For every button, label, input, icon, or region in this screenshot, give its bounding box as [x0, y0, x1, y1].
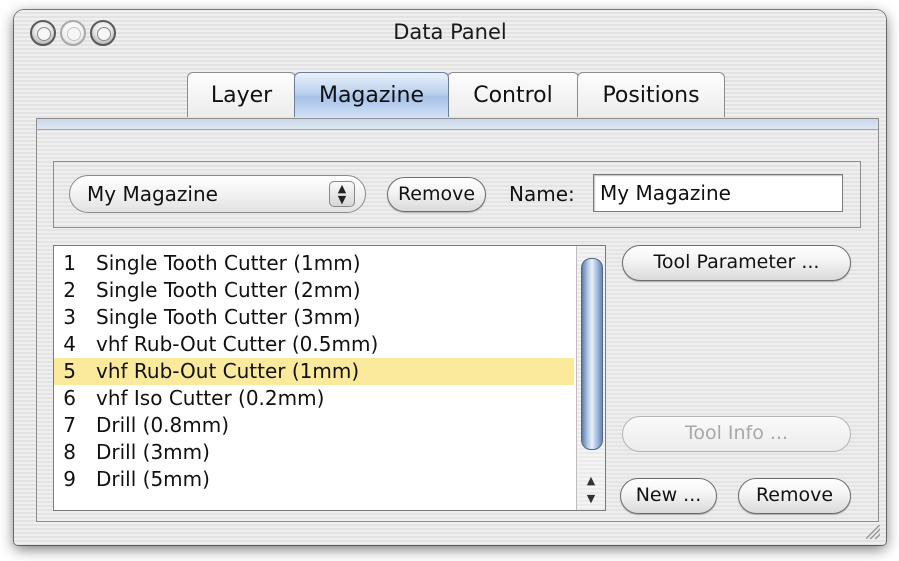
scroll-thumb[interactable]	[581, 258, 603, 450]
tool-name: Single Tooth Cutter (1mm)	[96, 251, 361, 275]
resize-grip-icon[interactable]	[866, 525, 880, 539]
scroll-up-arrow-icon[interactable]: ▲	[577, 472, 605, 490]
tool-list[interactable]: 1 Single Tooth Cutter (1mm) 2 Single Tooth …	[53, 245, 606, 511]
window-title: Data Panel	[393, 20, 507, 44]
tab-control[interactable]: Control	[447, 72, 579, 117]
magazine-tab-panel: My Magazine ▲ ▼ Remove Name: My Magazine …	[36, 118, 879, 522]
tool-name: Drill (3mm)	[96, 440, 210, 464]
new-tool-button[interactable]: New ...	[620, 478, 717, 514]
magazine-group-box: My Magazine ▲ ▼ Remove Name: My Magazine	[53, 161, 861, 228]
tool-list-scrollbar[interactable]: ▲ ▼	[576, 246, 605, 510]
tool-name: Single Tooth Cutter (3mm)	[96, 305, 361, 329]
tool-number: 3	[63, 305, 76, 329]
tool-list-item[interactable]: 8 Drill (3mm)	[54, 439, 574, 466]
tool-name: vhf Iso Cutter (0.2mm)	[96, 386, 325, 410]
tool-name: Single Tooth Cutter (2mm)	[96, 278, 361, 302]
magazine-name-field[interactable]: My Magazine	[593, 174, 843, 212]
tool-name: vhf Rub-Out Cutter (1mm)	[96, 359, 360, 383]
tool-number: 8	[63, 440, 76, 464]
tool-number: 6	[63, 386, 76, 410]
tool-list-item[interactable]: 7 Drill (0.8mm)	[54, 412, 574, 439]
tool-list-item[interactable]: 3 Single Tooth Cutter (3mm)	[54, 304, 574, 331]
tool-name: Drill (5mm)	[96, 467, 210, 491]
tab-bar: Layer Magazine Control Positions	[187, 72, 725, 119]
tool-list-item[interactable]: 5 vhf Rub-Out Cutter (1mm)	[54, 358, 574, 385]
tab-magazine[interactable]: Magazine	[294, 72, 449, 117]
tool-list-item[interactable]: 1 Single Tooth Cutter (1mm)	[54, 250, 574, 277]
tool-parameter-button[interactable]: Tool Parameter ...	[622, 245, 851, 281]
tool-number: 5	[63, 359, 76, 383]
tab-panel-top-band	[37, 119, 878, 130]
tool-list-item[interactable]: 2 Single Tooth Cutter (2mm)	[54, 277, 574, 304]
tool-name: vhf Rub-Out Cutter (0.5mm)	[96, 332, 379, 356]
remove-magazine-button[interactable]: Remove	[387, 177, 486, 212]
tool-list-item[interactable]: 4 vhf Rub-Out Cutter (0.5mm)	[54, 331, 574, 358]
tool-list-item[interactable]: 6 vhf Iso Cutter (0.2mm)	[54, 385, 574, 412]
popup-arrows-icon: ▲ ▼	[329, 181, 355, 207]
tool-list-item[interactable]: 9 Drill (5mm)	[54, 466, 574, 493]
tool-name: Drill (0.8mm)	[96, 413, 230, 437]
tool-number: 9	[63, 467, 76, 491]
tool-list-rows: 1 Single Tooth Cutter (1mm) 2 Single Tooth …	[54, 250, 574, 493]
remove-tool-button[interactable]: Remove	[738, 478, 851, 514]
tool-number: 4	[63, 332, 76, 356]
magazine-popup[interactable]: My Magazine ▲ ▼	[69, 175, 366, 213]
magazine-popup-value: My Magazine	[87, 182, 218, 206]
tool-number: 1	[63, 251, 76, 275]
tab-positions[interactable]: Positions	[577, 72, 725, 117]
titlebar[interactable]: Data Panel	[14, 10, 886, 58]
scroll-down-arrow-icon[interactable]: ▼	[577, 490, 605, 508]
data-panel-window: Data Panel Layer Magazine Control Positi…	[14, 10, 886, 545]
tool-number: 2	[63, 278, 76, 302]
tool-info-button[interactable]: Tool Info ...	[622, 416, 851, 452]
tool-number: 7	[63, 413, 76, 437]
name-label: Name:	[509, 182, 575, 206]
tab-layer[interactable]: Layer	[187, 72, 296, 117]
